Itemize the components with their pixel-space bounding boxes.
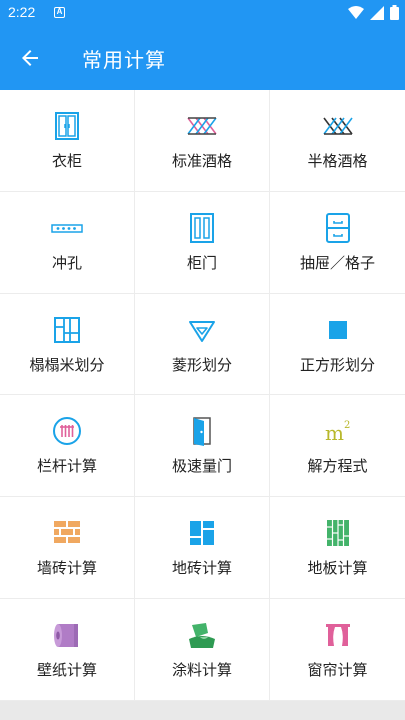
cabinet-door-icon xyxy=(190,212,214,243)
grid-item-label: 柜门 xyxy=(186,253,217,272)
grid-item-label: 冲孔 xyxy=(51,253,82,272)
curtain-icon xyxy=(325,623,350,646)
grid-item-label: 抽屉／格子 xyxy=(299,253,375,272)
half-wine-rack-icon xyxy=(322,117,353,135)
diamond-icon xyxy=(189,320,215,342)
door-icon xyxy=(193,417,211,447)
wine-rack-icon xyxy=(187,117,217,135)
grid-item-cabinet-door[interactable]: 柜门 xyxy=(135,191,270,294)
tatami-icon xyxy=(54,316,80,343)
app-bar: 常用计算 xyxy=(0,26,405,90)
square-icon xyxy=(328,320,347,339)
notification-icon: A xyxy=(54,7,65,18)
arrow-left-icon[interactable] xyxy=(18,46,42,70)
wardrobe-icon xyxy=(55,112,79,140)
floor-tile-icon xyxy=(190,521,214,546)
page-title: 常用计算 xyxy=(82,48,166,72)
battery-icon xyxy=(390,5,399,20)
wall-tile-icon xyxy=(54,521,80,544)
railing-icon xyxy=(53,417,81,446)
drawer-icon xyxy=(325,212,350,243)
grid-item-equation[interactable]: m 2 解方程式 xyxy=(270,395,405,498)
grid-item-label: 栏杆计算 xyxy=(36,457,97,476)
grid-item-diamond[interactable]: 菱形划分 xyxy=(135,293,270,396)
grid-item-label: 榻榻米划分 xyxy=(29,355,105,374)
grid-item-label: 墙砖计算 xyxy=(36,559,97,578)
grid-item-label: 窗帘计算 xyxy=(307,660,368,679)
status-time: 2:22 xyxy=(8,4,36,20)
grid-item-paint-bucket[interactable]: 涂料计算 xyxy=(135,598,270,701)
status-bar: 2:22 A xyxy=(0,0,405,26)
grid-item-floor-tile[interactable]: 地砖计算 xyxy=(135,497,270,599)
grid-item-tatami[interactable]: 榻榻米划分 xyxy=(0,293,135,396)
grid-item-drawer[interactable]: 抽屉／格子 xyxy=(270,192,405,294)
signal-icon xyxy=(370,5,384,20)
grid-item-label: 菱形划分 xyxy=(171,355,232,374)
svg-text:m: m xyxy=(325,421,344,445)
grid-item-wine-rack[interactable]: 标准酒格 xyxy=(135,90,270,192)
grid-item-label: 解方程式 xyxy=(307,457,368,476)
grid-item-wood-floor[interactable]: 地板计算 xyxy=(270,497,405,599)
navigation-bar xyxy=(0,701,405,720)
grid-item-punch-hole[interactable]: 冲孔 xyxy=(0,191,135,294)
grid-item-wall-tile[interactable]: 墙砖计算 xyxy=(0,497,135,599)
grid-item-square[interactable]: 正方形划分 xyxy=(270,294,405,396)
grid-item-label: 地板计算 xyxy=(307,559,368,578)
grid-item-wallpaper[interactable]: 壁纸计算 xyxy=(0,598,135,701)
wifi-icon xyxy=(348,5,364,19)
grid-item-railing[interactable]: 栏杆计算 xyxy=(0,395,135,498)
wallpaper-icon xyxy=(54,623,78,647)
grid-item-label: 衣柜 xyxy=(51,152,82,170)
equation-icon: m 2 xyxy=(325,420,350,445)
grid-item-label: 正方形划分 xyxy=(299,355,375,374)
grid-item-half-wine-rack[interactable]: 半格酒格 xyxy=(270,90,405,192)
grid-item-label: 极速量门 xyxy=(171,457,232,476)
status-icons xyxy=(348,5,399,20)
grid-item-label: 标准酒格 xyxy=(171,152,232,170)
grid-item-curtain[interactable]: 窗帘计算 xyxy=(270,599,405,701)
grid-item-label: 壁纸计算 xyxy=(36,660,97,679)
calculator-grid: 衣柜 标准酒格 半格酒格 冲孔 柜门 抽屉／格子 榻榻米划分 菱形划分 正方形划… xyxy=(0,90,405,701)
svg-text:2: 2 xyxy=(344,420,350,431)
wood-floor-icon xyxy=(326,520,349,547)
grid-item-label: 半格酒格 xyxy=(307,152,368,170)
grid-item-door[interactable]: 极速量门 xyxy=(135,395,270,498)
grid-item-label: 涂料计算 xyxy=(171,660,232,679)
grid-item-wardrobe[interactable]: 衣柜 xyxy=(0,90,135,192)
grid-item-label: 地砖计算 xyxy=(171,559,232,578)
punch-hole-icon xyxy=(51,224,83,233)
paint-bucket-icon xyxy=(189,622,215,648)
